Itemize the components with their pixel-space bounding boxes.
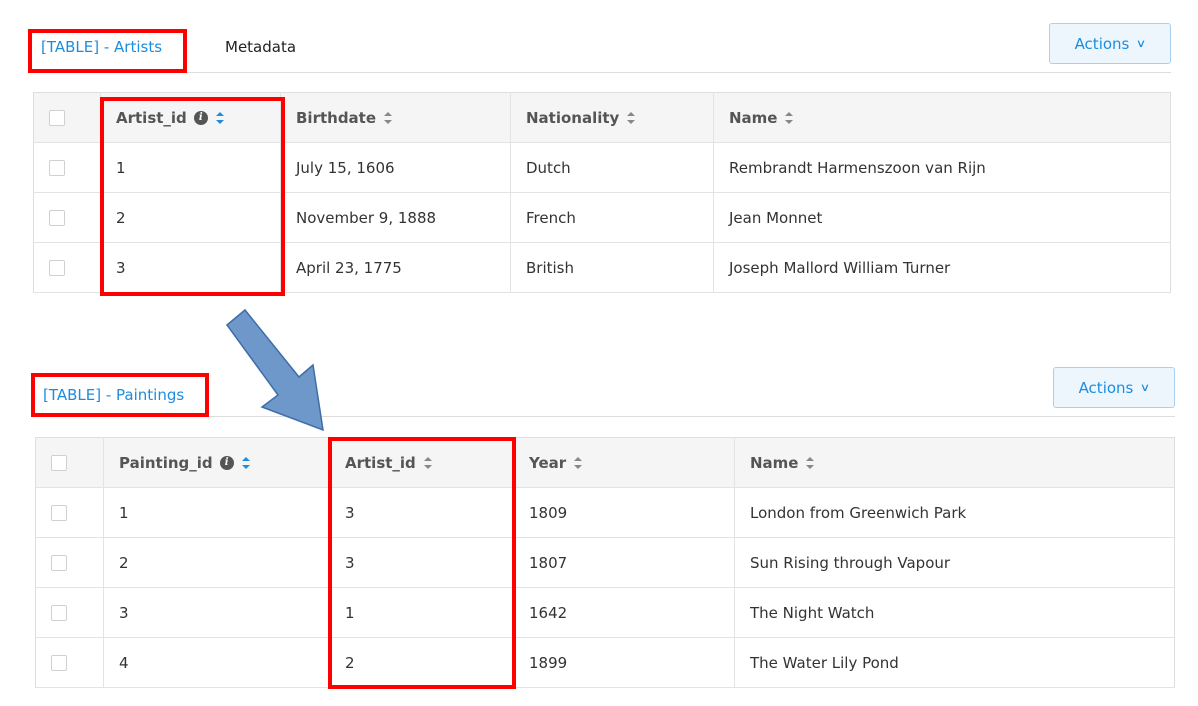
cell-painting-id[interactable]: 2 [103, 537, 330, 588]
row-select-cell [33, 242, 101, 293]
cell-painting-id[interactable]: 3 [103, 587, 330, 638]
paintings-panel: [TABLE] - Paintings Actions ∨ Painting_i… [35, 345, 1175, 690]
sort-icon[interactable] [423, 456, 433, 470]
paintings-tab-bar: [TABLE] - Paintings [35, 370, 1175, 417]
row-checkbox[interactable] [51, 605, 67, 621]
table-header-row: Artist_id i Birthdate Nationality Name [33, 92, 1171, 143]
column-label: Nationality [526, 108, 620, 127]
column-label: Name [729, 108, 778, 127]
row-checkbox[interactable] [51, 505, 67, 521]
column-header-name[interactable]: Name [734, 437, 1175, 488]
row-select-cell [35, 587, 104, 638]
column-header-name[interactable]: Name [713, 92, 1171, 143]
paintings-table: Painting_id i Artist_id Year Name 1 3 18… [35, 437, 1175, 688]
sort-icon[interactable] [784, 111, 794, 125]
cell-artist-id[interactable]: 1 [100, 142, 281, 193]
cell-artist-id[interactable]: 2 [100, 192, 281, 243]
row-select-cell [33, 142, 101, 193]
cell-year: 1642 [513, 587, 735, 638]
cell-nationality: British [510, 242, 714, 293]
cell-name: Joseph Mallord William Turner [713, 242, 1171, 293]
cell-name: Jean Monnet [713, 192, 1171, 243]
row-checkbox[interactable] [51, 655, 67, 671]
cell-name: Rembrandt Harmenszoon van Rijn [713, 142, 1171, 193]
cell-nationality: Dutch [510, 142, 714, 193]
info-icon[interactable]: i [193, 110, 208, 125]
sort-icon[interactable] [215, 111, 225, 125]
cell-artist-id: 3 [329, 487, 514, 538]
table-row[interactable]: 3 1 1642 The Night Watch [35, 587, 1175, 638]
row-checkbox[interactable] [49, 160, 65, 176]
chevron-down-icon: ∨ [1136, 37, 1147, 50]
cell-name: Sun Rising through Vapour [734, 537, 1175, 588]
row-checkbox[interactable] [49, 260, 65, 276]
column-label: Painting_id [119, 453, 213, 472]
select-all-checkbox[interactable] [49, 110, 65, 126]
actions-button-label: Actions [1078, 378, 1134, 397]
chevron-down-icon: ∨ [1140, 381, 1151, 394]
actions-button[interactable]: Actions ∨ [1053, 367, 1175, 408]
column-header-painting-id[interactable]: Painting_id i [103, 437, 330, 488]
sort-icon[interactable] [805, 456, 815, 470]
table-row[interactable]: 1 3 1809 London from Greenwich Park [35, 487, 1175, 538]
table-row[interactable]: 3 April 23, 1775 British Joseph Mallord … [33, 242, 1171, 293]
select-all-cell [35, 437, 104, 488]
column-label: Year [529, 453, 567, 472]
sort-icon[interactable] [241, 456, 251, 470]
cell-artist-id: 3 [329, 537, 514, 588]
sort-icon[interactable] [573, 456, 583, 470]
sort-icon[interactable] [383, 111, 393, 125]
cell-name: The Night Watch [734, 587, 1175, 638]
cell-name: London from Greenwich Park [734, 487, 1175, 538]
actions-button-label: Actions [1074, 34, 1130, 53]
table-row[interactable]: 2 November 9, 1888 French Jean Monnet [33, 192, 1171, 243]
row-checkbox[interactable] [49, 210, 65, 226]
column-label: Artist_id [345, 453, 416, 472]
cell-painting-id[interactable]: 1 [103, 487, 330, 538]
cell-artist-id: 2 [329, 637, 514, 688]
column-header-artist-id[interactable]: Artist_id [329, 437, 514, 488]
actions-button[interactable]: Actions ∨ [1049, 23, 1171, 64]
table-header-row: Painting_id i Artist_id Year Name [35, 437, 1175, 488]
column-label: Artist_id [116, 108, 187, 127]
artists-tab-bar: [TABLE] - Artists Metadata [33, 30, 1171, 73]
artists-table: Artist_id i Birthdate Nationality Name 1… [33, 92, 1171, 293]
cell-name: The Water Lily Pond [734, 637, 1175, 688]
column-header-birthdate[interactable]: Birthdate [280, 92, 511, 143]
arrow-annotation-icon [225, 308, 324, 432]
info-icon[interactable]: i [219, 455, 234, 470]
table-row[interactable]: 4 2 1899 The Water Lily Pond [35, 637, 1175, 688]
cell-birthdate: November 9, 1888 [280, 192, 511, 243]
column-label: Name [750, 453, 799, 472]
cell-artist-id: 1 [329, 587, 514, 638]
artists-panel: [TABLE] - Artists Metadata Actions ∨ Art… [33, 0, 1171, 300]
tab-artists-table[interactable]: [TABLE] - Artists [41, 38, 162, 56]
tab-metadata[interactable]: Metadata [225, 38, 296, 56]
column-header-artist-id[interactable]: Artist_id i [100, 92, 281, 143]
row-checkbox[interactable] [51, 555, 67, 571]
tab-paintings-table[interactable]: [TABLE] - Paintings [43, 386, 184, 404]
cell-birthdate: July 15, 1606 [280, 142, 511, 193]
select-all-cell [33, 92, 101, 143]
cell-nationality: French [510, 192, 714, 243]
cell-year: 1807 [513, 537, 735, 588]
table-row[interactable]: 1 July 15, 1606 Dutch Rembrandt Harmensz… [33, 142, 1171, 193]
cell-artist-id[interactable]: 3 [100, 242, 281, 293]
column-header-year[interactable]: Year [513, 437, 735, 488]
column-header-nationality[interactable]: Nationality [510, 92, 714, 143]
sort-icon[interactable] [626, 111, 636, 125]
row-select-cell [35, 537, 104, 588]
cell-year: 1899 [513, 637, 735, 688]
select-all-checkbox[interactable] [51, 455, 67, 471]
table-row[interactable]: 2 3 1807 Sun Rising through Vapour [35, 537, 1175, 588]
row-select-cell [33, 192, 101, 243]
cell-painting-id[interactable]: 4 [103, 637, 330, 688]
row-select-cell [35, 637, 104, 688]
column-label: Birthdate [296, 108, 377, 127]
row-select-cell [35, 487, 104, 538]
cell-year: 1809 [513, 487, 735, 538]
cell-birthdate: April 23, 1775 [280, 242, 511, 293]
